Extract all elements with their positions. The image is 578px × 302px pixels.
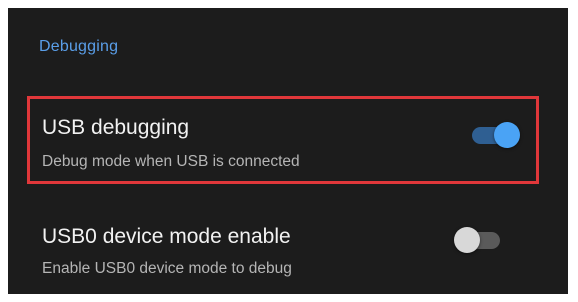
setting-summary: Debug mode when USB is connected <box>42 153 300 170</box>
toggle-thumb <box>494 122 520 148</box>
developer-options-panel: Debugging USB debugging Debug mode when … <box>8 8 568 294</box>
setting-usb0-device-mode[interactable]: USB0 device mode enable Enable USB0 devi… <box>8 206 568 294</box>
toggle-thumb <box>454 227 480 253</box>
setting-title: USB0 device mode enable <box>42 225 291 248</box>
section-header-debugging: Debugging <box>39 38 119 55</box>
setting-summary: Enable USB0 device mode to debug <box>42 260 292 277</box>
setting-title: USB debugging <box>42 116 190 139</box>
usb-debugging-toggle[interactable] <box>466 118 522 152</box>
setting-usb-debugging[interactable]: USB debugging Debug mode when USB is con… <box>8 98 568 188</box>
usb0-device-mode-toggle[interactable] <box>452 223 508 257</box>
